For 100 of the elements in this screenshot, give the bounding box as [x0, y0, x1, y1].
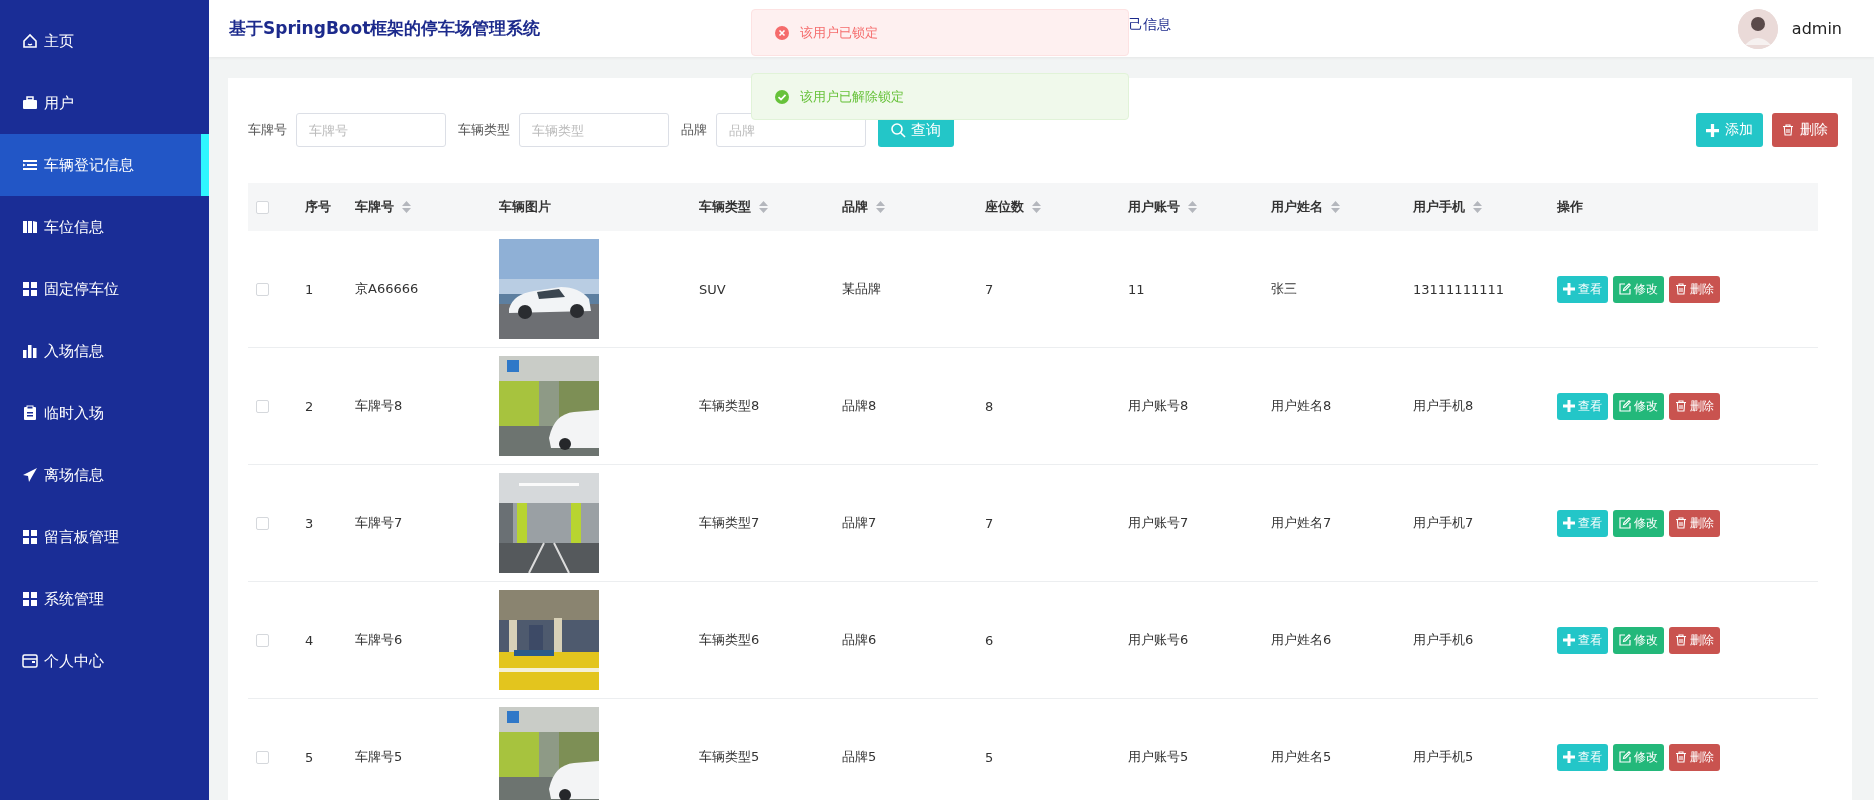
table-cell: 2 [305, 398, 314, 414]
field-label: 车辆类型 [458, 121, 510, 139]
field-label: 车牌号 [248, 121, 287, 139]
table-cell: 用户姓名8 [1271, 397, 1332, 415]
table-cell: 8 [985, 398, 994, 414]
sidebar-item[interactable]: 离场信息 [0, 444, 209, 506]
table-cell: 某品牌 [842, 280, 881, 298]
column-header: 序号 [305, 198, 331, 216]
table-cell: 用户姓名5 [1271, 748, 1332, 766]
sort-icon[interactable] [1473, 201, 1482, 213]
table-cell: 用户手机8 [1413, 397, 1474, 415]
trash-icon [1782, 124, 1794, 136]
edit-icon [1619, 400, 1631, 412]
sidebar-item[interactable]: 留言板管理 [0, 506, 209, 568]
sidebar-item[interactable]: 主页 [0, 10, 209, 72]
table-cell: 5 [305, 749, 314, 765]
table-cell: 用户账号6 [1128, 631, 1189, 649]
table-cell: 用户手机5 [1413, 748, 1474, 766]
trash-icon [1675, 400, 1687, 412]
checkbox[interactable] [256, 633, 269, 647]
edit-button[interactable]: 修改 [1613, 275, 1664, 303]
column-header: 用户手机 [1413, 198, 1465, 216]
table-cell: 用户姓名6 [1271, 631, 1332, 649]
delete-button[interactable]: 删除 [1669, 743, 1720, 771]
checkbox[interactable] [256, 750, 269, 764]
table-cell: 13111111111 [1413, 281, 1504, 297]
edit-button[interactable]: 修改 [1613, 509, 1664, 537]
checkbox[interactable] [256, 516, 269, 530]
table-cell: 车牌号8 [355, 397, 403, 415]
plus-icon [1706, 123, 1719, 137]
table-cell: 车辆类型8 [699, 397, 760, 415]
app-title: 基于SpringBoot框架的停车场管理系统 [229, 17, 541, 40]
checkbox[interactable] [256, 200, 269, 214]
nav-link[interactable]: 己信息 [1129, 16, 1171, 34]
sidebar-item[interactable]: 车位信息 [0, 196, 209, 258]
input-field[interactable]: 车辆类型 [519, 113, 669, 147]
table-cell: 3 [305, 515, 314, 531]
sidebar-item[interactable]: 系统管理 [0, 568, 209, 630]
table-cell: 4 [305, 632, 314, 648]
sidebar-item[interactable]: 入场信息 [0, 320, 209, 382]
toast-message: 该用户已解除锁定 [800, 87, 904, 106]
table-cell: 用户账号7 [1128, 514, 1189, 532]
grid-icon [22, 529, 38, 545]
column-header: 用户账号 [1128, 198, 1180, 216]
sort-icon[interactable] [1032, 201, 1041, 213]
sort-icon[interactable] [1331, 201, 1340, 213]
error-icon [774, 24, 790, 41]
briefcase-icon [22, 95, 38, 111]
plus-icon [1563, 400, 1575, 412]
table-cell: 车辆类型5 [699, 748, 760, 766]
delete-button[interactable]: 删除 [1669, 392, 1720, 420]
table-cell: 张三 [1271, 280, 1297, 298]
table-cell: 车辆类型7 [699, 514, 760, 532]
table-cell: 车牌号5 [355, 748, 403, 766]
table-cell: 7 [985, 281, 994, 297]
column-header: 品牌 [842, 198, 868, 216]
edit-icon [1619, 283, 1631, 295]
plus-icon [1563, 283, 1575, 295]
grid-icon [22, 591, 38, 607]
sort-icon[interactable] [759, 201, 768, 213]
bar-chart-icon [22, 343, 38, 359]
trash-icon [1675, 517, 1687, 529]
sort-icon[interactable] [402, 201, 411, 213]
checkbox[interactable] [256, 282, 269, 296]
sidebar-item[interactable]: 临时入场 [0, 382, 209, 444]
table-cell: 6 [985, 632, 994, 648]
table-cell: 用户手机7 [1413, 514, 1474, 532]
edit-button[interactable]: 修改 [1613, 392, 1664, 420]
edit-button[interactable]: 修改 [1613, 743, 1664, 771]
delete-button[interactable]: 删除 [1669, 626, 1720, 654]
sidebar-item[interactable]: 固定停车位 [0, 258, 209, 320]
table-cell: 用户账号5 [1128, 748, 1189, 766]
table-cell: 车牌号6 [355, 631, 403, 649]
sort-icon[interactable] [1188, 201, 1197, 213]
column-header: 车辆类型 [699, 198, 751, 216]
username: admin [1791, 19, 1842, 38]
delete-button[interactable]: 删除 [1669, 509, 1720, 537]
paper-plane-icon [22, 467, 38, 483]
table-cell: 11 [1128, 281, 1145, 297]
delete-button[interactable]: 删除 [1669, 275, 1720, 303]
edit-icon [1619, 517, 1631, 529]
sidebar-item[interactable]: 车辆登记信息 [0, 134, 209, 196]
sort-icon[interactable] [876, 201, 885, 213]
success-icon [774, 88, 790, 105]
sidebar-item[interactable]: 个人中心 [0, 630, 209, 692]
column-header: 车牌号 [355, 198, 394, 216]
sidebar-item[interactable]: 用户 [0, 72, 209, 134]
toast-message: 该用户已锁定 [800, 23, 878, 42]
edit-button[interactable]: 修改 [1613, 626, 1664, 654]
table-cell: 用户姓名7 [1271, 514, 1332, 532]
delete-button[interactable]: 删除 [1772, 113, 1838, 147]
table-cell: 用户手机6 [1413, 631, 1474, 649]
grid-icon [22, 281, 38, 297]
table-cell: 车辆类型6 [699, 631, 760, 649]
edit-icon [1619, 634, 1631, 646]
trash-icon [1675, 283, 1687, 295]
wallet-icon [22, 653, 38, 669]
input-field[interactable]: 车牌号 [296, 113, 446, 147]
checkbox[interactable] [256, 399, 269, 413]
table-cell: 品牌6 [842, 631, 877, 649]
